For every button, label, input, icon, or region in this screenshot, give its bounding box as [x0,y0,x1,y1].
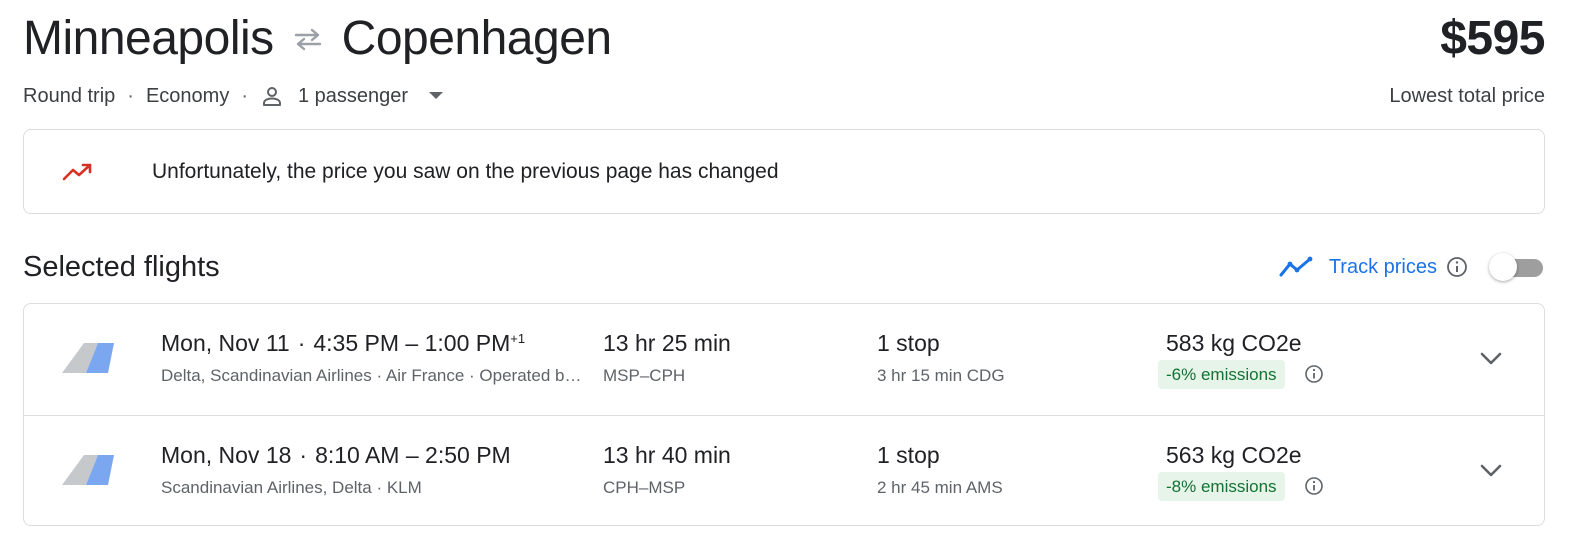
multi-airline-logo-icon [60,451,116,491]
person-icon [260,84,284,108]
toggle-knob [1489,253,1517,281]
trip-type: Round trip [23,84,116,107]
total-price: $595 [1440,12,1545,65]
flight-date: Mon, Nov 11 [161,330,290,356]
notice-message: Unfortunately, the price you saw on the … [152,159,779,183]
stop-count: 1 stop [877,330,940,356]
airline-names: Scandinavian Airlines, Delta · KLM [161,478,422,497]
day-offset: +1 [510,331,526,346]
price-graph-icon [1279,255,1315,279]
swap-arrows-icon [290,24,326,54]
chevron-down-icon[interactable] [1476,344,1506,374]
flight-date: Mon, Nov 18 [161,442,292,468]
flight-row[interactable]: Mon, Nov 18 · 8:10 AM – 2:50 PM Scandinavi… [24,415,1544,526]
emissions-badge: -8% emissions [1158,472,1285,501]
info-icon[interactable] [1445,255,1469,279]
flight-times: 4:35 PM – 1:00 PM [313,330,511,356]
trip-options: Round trip · Economy · 1 passenger [23,83,446,109]
passenger-selector[interactable]: 1 passenger [260,84,446,108]
caret-down-icon [426,86,446,106]
track-prices-label[interactable]: Track prices [1329,256,1437,279]
passenger-count: 1 passenger [298,84,409,107]
info-icon[interactable] [1304,476,1324,496]
flight-duration: 13 hr 25 min [603,330,731,356]
info-icon[interactable] [1304,364,1324,384]
price-change-notice: Unfortunately, the price you saw on the … [23,129,1545,214]
flight-route: MSP–CPH [603,366,686,385]
separator-dot: · [297,330,306,356]
cabin-class: Economy [145,84,230,107]
section-title: Selected flights [23,251,220,283]
stop-count: 1 stop [877,442,940,468]
separator-dot: · [299,442,308,468]
flight-row[interactable]: Mon, Nov 11 · 4:35 PM – 1:00 PM+1 Delta, S… [24,304,1544,415]
co2-amount: 563 kg CO2e [1166,442,1302,468]
flight-route: CPH–MSP [603,478,686,497]
emissions-badge: -6% emissions [1158,360,1285,389]
multi-airline-logo-icon [60,339,116,379]
selected-flights-list: Mon, Nov 11 · 4:35 PM – 1:00 PM+1 Delta, S… [23,303,1545,526]
flight-date-times: Mon, Nov 11 · 4:35 PM – 1:00 PM+1 [161,329,525,357]
separator-dot: · [127,84,134,107]
trip-title: Minneapolis Copenhagen [23,10,612,68]
airline-names: Delta, Scandinavian Airlines · Air Franc… [161,366,589,385]
flight-date-times: Mon, Nov 18 · 8:10 AM – 2:50 PM [161,441,511,469]
track-prices: Track prices [1279,249,1545,285]
co2-amount: 583 kg CO2e [1166,330,1302,356]
destination-city: Copenhagen [341,12,612,65]
layover-info: 3 hr 15 min CDG [877,366,1005,385]
trending-up-icon [62,160,96,184]
price-label: Lowest total price [1389,85,1545,107]
track-prices-toggle[interactable] [1489,251,1545,283]
flight-times: 8:10 AM – 2:50 PM [315,442,511,468]
chevron-down-icon[interactable] [1476,456,1506,486]
origin-city: Minneapolis [23,12,274,65]
separator-dot: · [241,84,248,107]
layover-info: 2 hr 45 min AMS [877,478,1003,497]
flight-duration: 13 hr 40 min [603,442,731,468]
